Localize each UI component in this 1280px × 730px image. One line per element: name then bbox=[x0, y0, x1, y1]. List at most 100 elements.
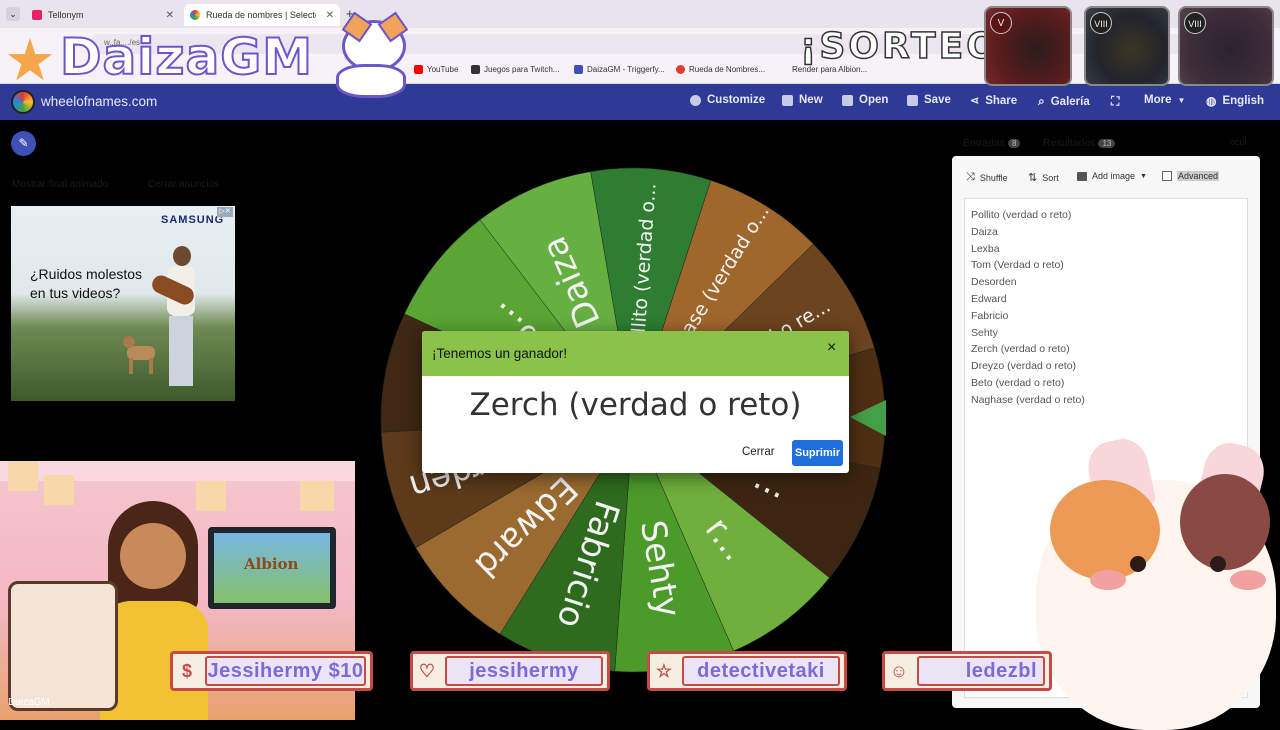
user-icon: ☺ bbox=[889, 660, 909, 681]
chevron-down-icon: ▼ bbox=[1140, 172, 1147, 180]
cat-mascot-large-image bbox=[1030, 434, 1280, 730]
browser-tab-active[interactable]: Rueda de nombres | Selector de ✕ bbox=[184, 4, 340, 26]
sorteo-banner: ¡SORTEO bbox=[799, 25, 1000, 68]
list-item: Zerch (verdad o reto) bbox=[971, 343, 1070, 356]
winner-name: Zerch (verdad o reto) bbox=[469, 387, 802, 423]
open-button[interactable]: Open bbox=[842, 94, 888, 106]
list-item: Fabricio bbox=[971, 309, 1009, 322]
ad-brand: SAMSUNG bbox=[161, 214, 225, 226]
image-icon bbox=[1077, 171, 1087, 181]
alert-text: jessihermy bbox=[445, 656, 603, 686]
list-item: Dreyzo (verdad o reto) bbox=[971, 360, 1077, 373]
alert-text: Jessihermy $10 bbox=[205, 656, 366, 686]
list-item: Daiza bbox=[971, 225, 998, 238]
chevron-down-icon: ▼ bbox=[1177, 95, 1186, 105]
winner-dialog: ¡Tenemos un ganador! × Zerch (verdad o r… bbox=[422, 331, 849, 473]
tab-entradas[interactable]: Entradas 8 bbox=[963, 137, 1021, 149]
star-icon: ☆ bbox=[655, 660, 673, 681]
dollar-icon: $ bbox=[181, 660, 192, 681]
bookmark-juegos[interactable]: Juegos para Twitch... bbox=[471, 65, 559, 74]
panel-tabs: Entradas 8 Resultados 13 ocul bbox=[952, 136, 1260, 154]
fullscreen-button[interactable]: ⛶ bbox=[1111, 94, 1119, 109]
show-animated-link[interactable]: Mostrar final animado bbox=[12, 179, 108, 190]
save-button[interactable]: Save bbox=[907, 94, 951, 106]
globe-icon: ◍ bbox=[1206, 94, 1217, 108]
tab-title: Tellonym bbox=[48, 10, 84, 20]
alert-sub: ☆ detectivetaki bbox=[647, 651, 847, 691]
alert-member: ☺ ledezbl bbox=[882, 651, 1052, 691]
item-badge-1: V bbox=[984, 6, 1072, 86]
customize-button[interactable]: Customize bbox=[690, 94, 765, 106]
new-button[interactable]: New bbox=[782, 94, 823, 106]
cerrar-button[interactable]: Cerrar bbox=[742, 446, 775, 458]
samsung-ad[interactable]: SAMSUNG ▷✕ ¿Ruidos molestos en tus video… bbox=[11, 206, 235, 401]
palette-icon bbox=[690, 94, 701, 106]
cat-mascot-image bbox=[326, 6, 418, 106]
dialog-title: ¡Tenemos un ganador! bbox=[432, 346, 568, 361]
dialog-header: ¡Tenemos un ganador! × bbox=[422, 331, 849, 376]
item-badge-3: VIII bbox=[1178, 6, 1274, 86]
tier-badge: VIII bbox=[1184, 12, 1206, 34]
hide-panel-link[interactable]: ocul bbox=[1230, 137, 1247, 147]
daizagm-logo: ★ DaizaGM bbox=[4, 11, 424, 102]
alert-follow: ♡ jessihermy bbox=[410, 651, 610, 691]
ad-headline-1: ¿Ruidos molestos bbox=[30, 266, 143, 282]
entradas-count-badge: 8 bbox=[1007, 139, 1021, 148]
tier-badge: V bbox=[990, 12, 1012, 34]
fullscreen-icon: ⛶ bbox=[1111, 94, 1120, 108]
save-icon bbox=[907, 94, 918, 106]
list-item: Lexba bbox=[971, 242, 1000, 255]
star-icon: ★ bbox=[4, 28, 56, 93]
advanced-toggle[interactable]: Advanced bbox=[1162, 171, 1220, 181]
more-button[interactable]: More ▼ bbox=[1144, 94, 1185, 106]
shuffle-icon: ⤨ bbox=[966, 171, 975, 183]
tab-title: Rueda de nombres | Selector de bbox=[206, 10, 316, 20]
file-icon bbox=[782, 94, 793, 106]
folder-icon bbox=[842, 94, 853, 106]
logo-text: DaizaGM bbox=[59, 27, 314, 87]
close-tab-icon[interactable]: ✕ bbox=[166, 10, 174, 21]
game-icon bbox=[471, 65, 480, 74]
close-icon[interactable]: × bbox=[827, 339, 836, 357]
resultados-count-badge: 13 bbox=[1098, 139, 1116, 148]
list-item: Sehty bbox=[971, 326, 998, 339]
list-item: Desorden bbox=[971, 276, 1017, 289]
browser-tab-tellonym[interactable]: Tellonym ✕ bbox=[26, 4, 180, 26]
heart-icon: ♡ bbox=[418, 660, 436, 681]
list-item: Beto (verdad o reto) bbox=[971, 376, 1065, 389]
ad-choices-icon[interactable]: ▷✕ bbox=[217, 207, 233, 217]
alert-tip: $ Jessihermy $10 bbox=[170, 651, 373, 691]
search-icon: ⌕ bbox=[1038, 94, 1045, 108]
edit-pencil-button[interactable]: ✎ bbox=[11, 131, 36, 156]
tab-list-dropdown[interactable]: ⌄ bbox=[6, 7, 20, 21]
tellonym-favicon-icon bbox=[32, 10, 42, 20]
close-ads-link[interactable]: Cerrar anuncios bbox=[148, 179, 219, 190]
watermark: DaizaGM bbox=[8, 697, 50, 708]
ad-person-image bbox=[149, 246, 201, 396]
language-button[interactable]: ◍ English bbox=[1206, 94, 1264, 108]
alert-text: detectivetaki bbox=[682, 656, 840, 686]
bookmark-rueda[interactable]: Rueda de Nombres... bbox=[676, 65, 765, 74]
tab-resultados[interactable]: Resultados 13 bbox=[1043, 137, 1116, 149]
shuffle-button[interactable]: ⤨ Shuffle bbox=[966, 171, 1008, 184]
ad-headline-2: en tus videos? bbox=[30, 285, 121, 301]
share-icon: ⋖ bbox=[970, 95, 980, 107]
wheel-favicon-icon bbox=[190, 10, 200, 20]
ad-dog-image bbox=[123, 336, 159, 376]
add-image-button[interactable]: Add image ▼ bbox=[1077, 171, 1147, 181]
share-button[interactable]: ⋖ Share bbox=[970, 94, 1017, 108]
list-item: Edward bbox=[971, 292, 1007, 305]
sort-icon: ⇅ bbox=[1028, 172, 1038, 184]
advanced-checkbox[interactable] bbox=[1162, 171, 1172, 181]
sort-button[interactable]: ⇅ Sort bbox=[1028, 171, 1059, 184]
pencil-icon: ✎ bbox=[18, 136, 29, 150]
list-item: Tom (Verdad o reto) bbox=[971, 259, 1064, 272]
item-badge-2: VIII bbox=[1084, 6, 1170, 86]
alert-text: ledezbl bbox=[917, 656, 1045, 686]
list-item: Naghase (verdad o reto) bbox=[971, 393, 1085, 406]
gallery-button[interactable]: ⌕ Galería bbox=[1038, 94, 1090, 109]
list-item: Pollito (verdad o reto) bbox=[971, 209, 1072, 221]
bookmark-triggerfy[interactable]: DaizaGM - Triggerfy... bbox=[574, 65, 665, 74]
wheel-icon bbox=[676, 65, 685, 74]
suprimir-button[interactable]: Suprimir bbox=[792, 440, 843, 466]
